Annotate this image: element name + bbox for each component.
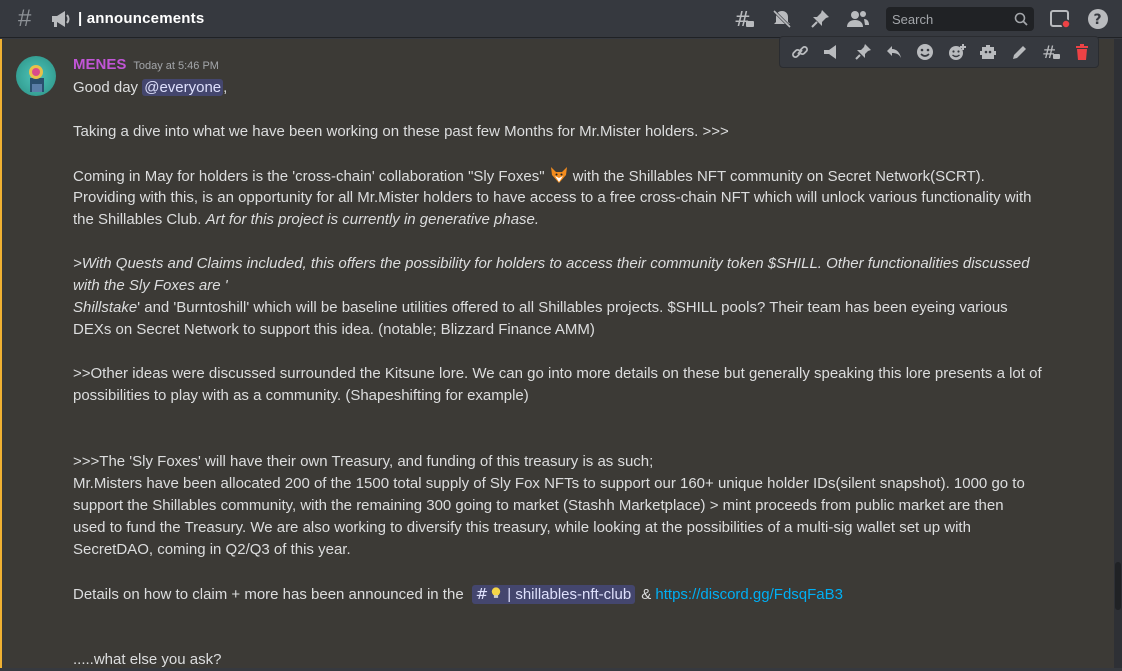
paragraph-treasury-line1: >>>The 'Sly Foxes' will have their own T… <box>73 453 654 470</box>
emoji-icon[interactable] <box>910 37 941 67</box>
art-note-italic: Art for this project is currently in gen… <box>205 211 540 228</box>
hash-icon: # <box>18 4 32 32</box>
discord-invite-link[interactable]: https://discord.gg/FdsqFaB3 <box>655 586 843 603</box>
lightbulb-icon <box>492 587 501 598</box>
channel-mention[interactable]: # | shillables-nft-club <box>471 585 636 604</box>
hash-icon: # <box>475 585 489 603</box>
inbox-icon[interactable] <box>1048 7 1072 31</box>
link-icon[interactable] <box>784 37 815 67</box>
paragraph-details: Details on how to claim + more has been … <box>73 583 1073 605</box>
paragraph-treasury-line5: SecretDAO, coming in Q2/Q3 of this year. <box>73 541 351 558</box>
paragraph-intro: Taking a dive into what we have been wor… <box>73 123 729 140</box>
fox-emoji-icon <box>550 167 567 183</box>
svg-text:?: ? <box>1094 12 1102 28</box>
paragraph-treasury-line3: support the Shillables community, with t… <box>73 497 1004 514</box>
greeting-text: Good day <box>73 79 143 96</box>
megaphone-icon <box>50 9 72 29</box>
avatar[interactable] <box>16 56 56 96</box>
paragraph-collab-line3: the Shillables Club. Art for this projec… <box>73 209 1073 231</box>
add-reaction-icon[interactable] <box>941 37 972 67</box>
paragraph-treasury-line4: used to fund the Treasury. We are also w… <box>73 519 971 536</box>
paragraph-lore-line2: possibilities to play with as a communit… <box>73 387 529 404</box>
collab-text-a: Coming in May for holders is the 'cross-… <box>73 168 545 185</box>
paragraph-treasury-line2: Mr.Misters have been allocated 200 of th… <box>73 475 1025 492</box>
paragraph-quests-line4: DEXs on Secret Network to support this i… <box>73 321 595 338</box>
everyone-mention[interactable]: @everyone <box>142 79 224 96</box>
message-content: Good day @everyone, Taking a dive into w… <box>73 77 1073 671</box>
message-actions-toolbar: # <box>779 36 1099 68</box>
username[interactable]: MENES <box>73 56 126 73</box>
quests-line3-text: ' and 'Burntoshill' which will be baseli… <box>137 299 1008 316</box>
collab-line3-text: the Shillables Club. <box>73 211 206 228</box>
shillstake-italic: Shillstake <box>73 299 138 316</box>
details-text: Details on how to claim + more has been … <box>73 586 464 603</box>
thread-icon[interactable]: # <box>1035 37 1066 67</box>
search-placeholder: Search <box>892 11 934 27</box>
members-icon[interactable] <box>846 7 870 31</box>
paragraph-quests-line2: with the Sly Foxes are ' <box>73 277 228 294</box>
reply-icon[interactable] <box>878 37 909 67</box>
collab-text-b: with the Shillables NFT community on Sec… <box>568 168 985 185</box>
channel-mention-label: | shillables-nft-club <box>507 586 632 603</box>
mute-icon[interactable] <box>770 7 794 31</box>
timestamp: Today at 5:46 PM <box>133 60 219 72</box>
greeting-line: Good day @everyone, <box>73 77 1073 99</box>
paragraph-quests-line3: Shillstake' and 'Burntoshill' which will… <box>73 297 1073 319</box>
send-icon[interactable] <box>815 37 846 67</box>
search-icon <box>1014 12 1028 26</box>
greeting-suffix: , <box>223 79 228 96</box>
help-icon[interactable]: ? <box>1086 7 1110 31</box>
paragraph-lore-line1: >>Other ideas were discussed surrounded … <box>73 365 1042 382</box>
message-header: MENES Today at 5:46 PM <box>73 56 219 73</box>
paragraph-collab-line1: Coming in May for holders is the 'cross-… <box>73 165 1073 187</box>
paragraph-collab-line2: Providing with this, is an opportunity f… <box>73 189 1032 206</box>
threads-icon[interactable]: # <box>732 7 756 31</box>
search-input[interactable]: Search <box>886 7 1034 31</box>
header-toolbar: # Search ? <box>732 0 1122 38</box>
channel-header: # | announcements # Search ? <box>0 0 1122 38</box>
channel-name: | announcements <box>78 10 205 27</box>
svg-text:#: # <box>1042 43 1056 62</box>
scrollbar-thumb[interactable] <box>1115 562 1121 610</box>
edit-icon[interactable] <box>1004 37 1035 67</box>
apps-icon[interactable] <box>972 37 1003 67</box>
pin-icon[interactable] <box>808 7 832 31</box>
delete-icon[interactable] <box>1067 37 1098 67</box>
ampersand: & <box>641 586 656 603</box>
pin-icon[interactable] <box>847 37 878 67</box>
paragraph-quests-line1: >With Quests and Claims included, this o… <box>73 255 1030 272</box>
